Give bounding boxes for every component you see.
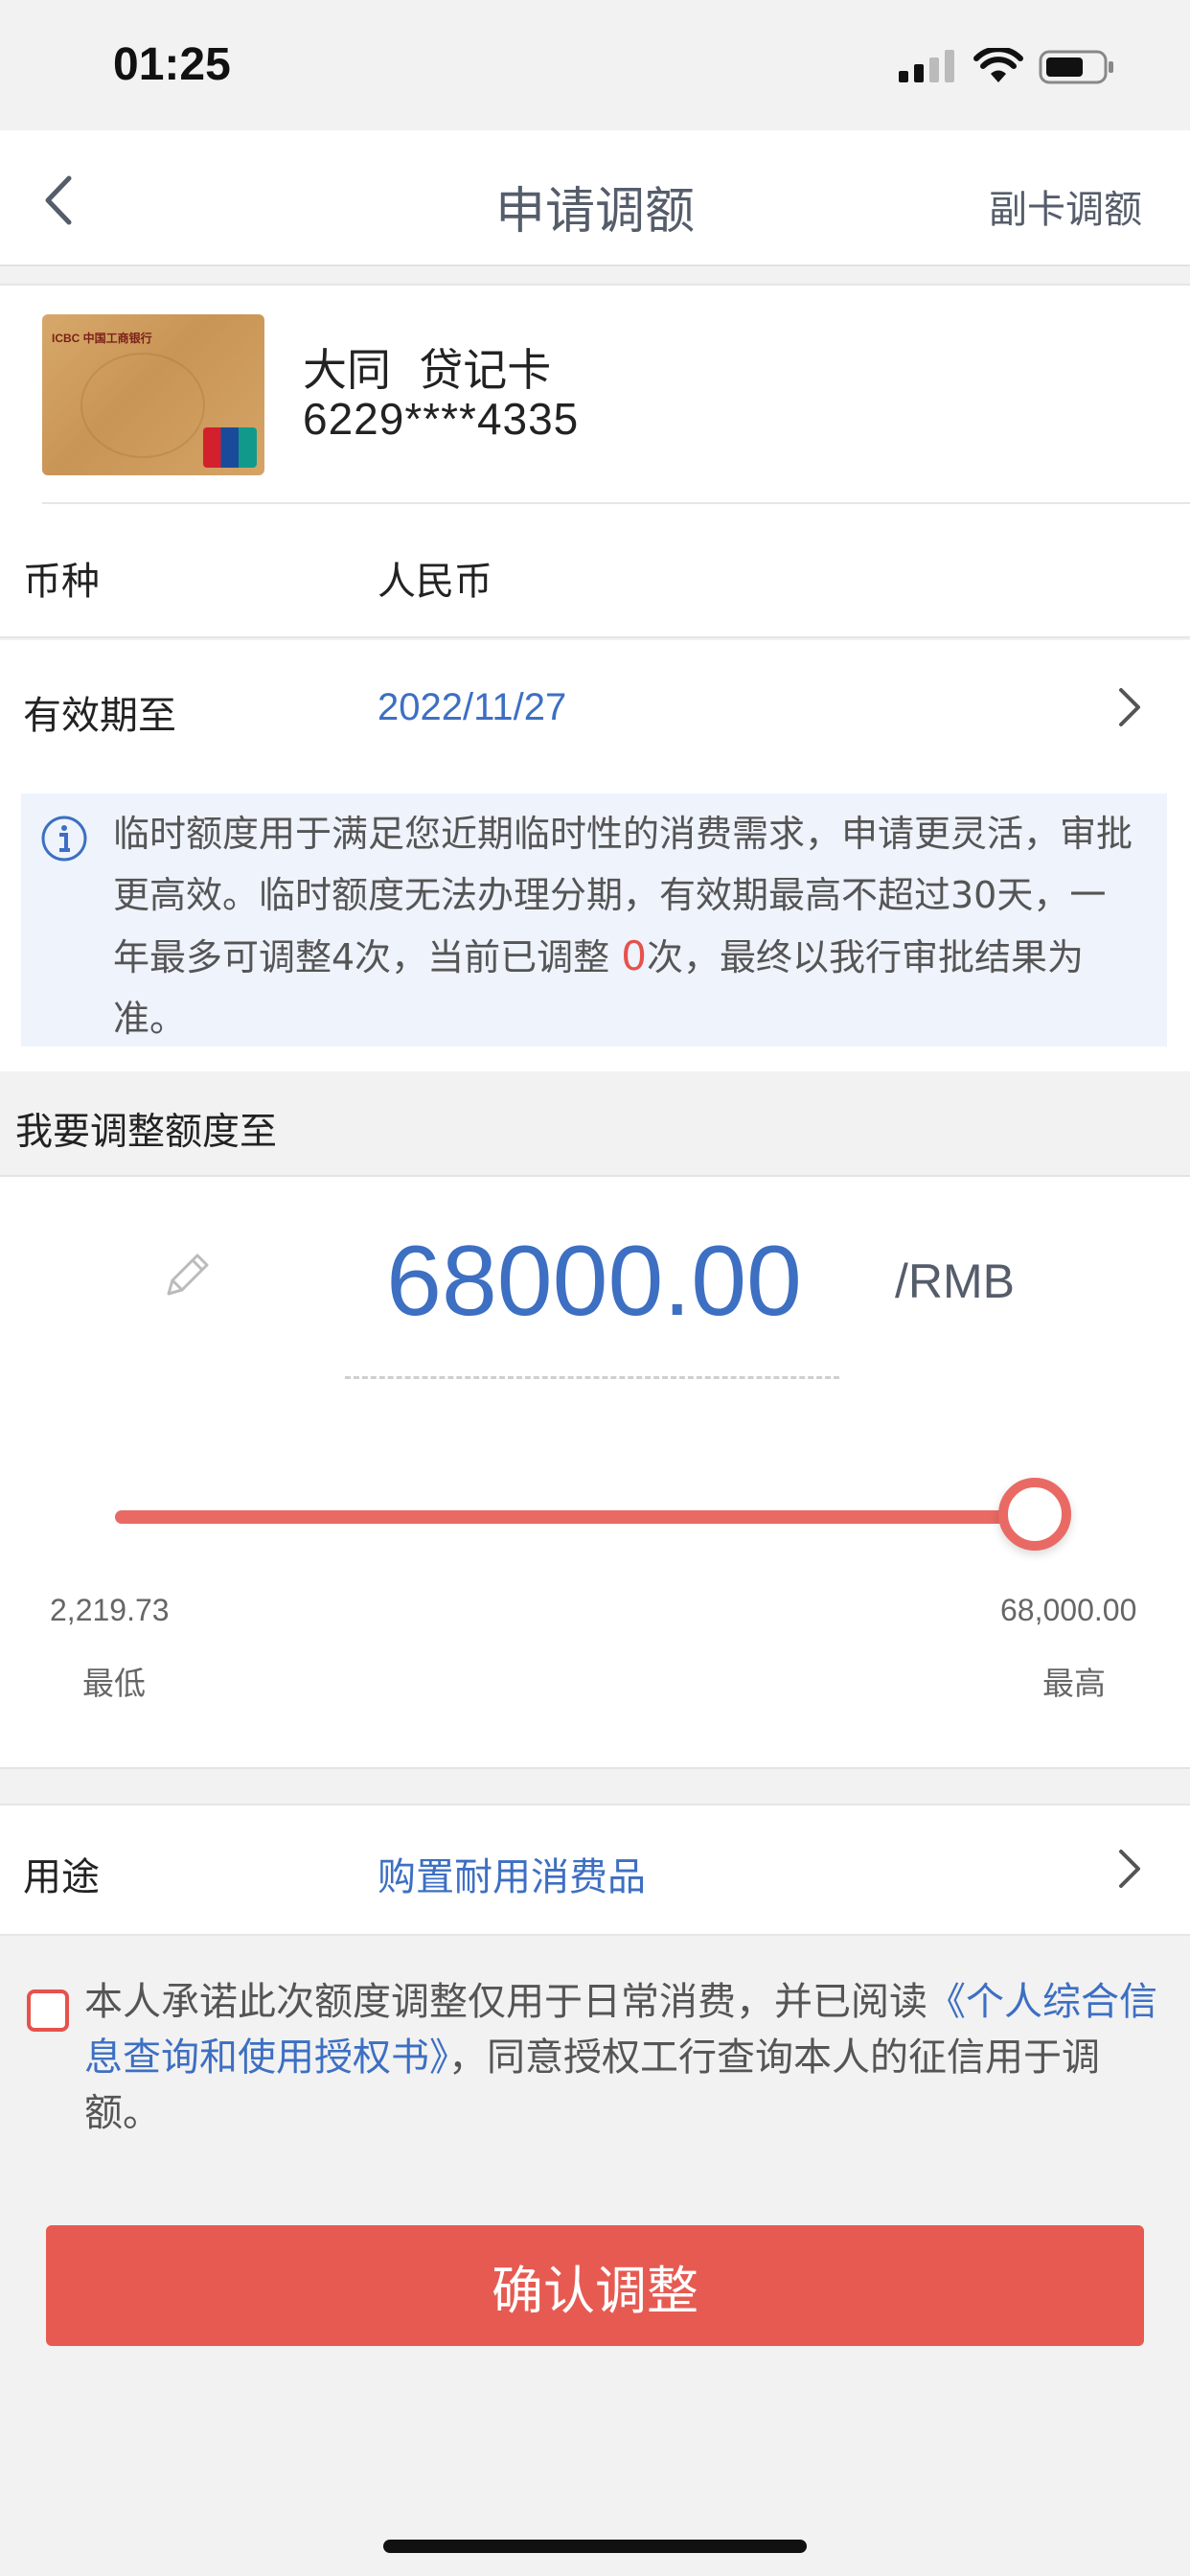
agreement-text-before: 本人承诺此次额度调整仅用于日常消费，并已阅读: [84, 1980, 927, 2024]
limit-slider-thumb[interactable]: [998, 1478, 1071, 1551]
slider-max-value: 68,000.00: [1000, 1593, 1137, 1627]
chevron-right-icon[interactable]: [1115, 1846, 1144, 1892]
card-name: 大同 贷记卡: [303, 344, 552, 396]
amount-unit: /RMB: [895, 1254, 1015, 1308]
info-text: 临时额度用于满足您近期临时性的消费需求，申请更灵活，审批更高效。临时额度无法办理…: [113, 803, 1138, 1049]
expiry-value[interactable]: 2022/11/27: [378, 686, 566, 729]
slider-min-label: 最低: [82, 1665, 146, 1702]
chevron-right-icon[interactable]: [1115, 684, 1144, 730]
adjusted-count: 0: [621, 932, 647, 979]
card-pattern: [80, 353, 205, 458]
agreement-text: 本人承诺此次额度调整仅用于日常消费，并已阅读《个人综合信息查询和使用授权书》，同…: [84, 1974, 1157, 2141]
currency-label: 币种: [23, 560, 100, 604]
amount-underline: [345, 1376, 839, 1379]
expiry-row[interactable]: [0, 640, 1190, 774]
currency-row: [0, 504, 1190, 638]
slider-min-value: 2,219.73: [50, 1593, 170, 1627]
slider-max-label: 最高: [1042, 1665, 1106, 1702]
wifi-icon: [973, 48, 1023, 82]
expiry-label: 有效期至: [23, 694, 176, 738]
limit-slider-fill: [115, 1510, 1035, 1524]
confirm-adjust-button[interactable]: 确认调整: [46, 2225, 1144, 2346]
purpose-label: 用途: [23, 1855, 100, 1899]
status-time: 01:25: [113, 39, 231, 90]
limit-slider-track[interactable]: [115, 1510, 1035, 1524]
unionpay-logo-icon: [203, 427, 257, 468]
secondary-card-adjust-link[interactable]: 副卡调额: [989, 178, 1142, 234]
purpose-value[interactable]: 购置耐用消费品: [378, 1846, 646, 1901]
amount-value[interactable]: 68000.00: [364, 1225, 824, 1339]
home-indicator: [383, 2540, 807, 2553]
battery-icon: [1039, 50, 1113, 84]
info-icon: [41, 816, 87, 862]
card-image: ICBC 中国工商银行: [42, 314, 264, 475]
pencil-edit-icon[interactable]: [157, 1246, 217, 1305]
card-number: 6229****4335: [303, 394, 580, 444]
adjust-section-header: 我要调整额度至: [15, 1111, 278, 1154]
currency-value: 人民币: [378, 560, 492, 604]
agreement-checkbox[interactable]: [27, 1990, 69, 2032]
card-image-bank-logo: ICBC 中国工商银行: [52, 332, 152, 345]
cellular-signal-icon: [899, 50, 954, 82]
